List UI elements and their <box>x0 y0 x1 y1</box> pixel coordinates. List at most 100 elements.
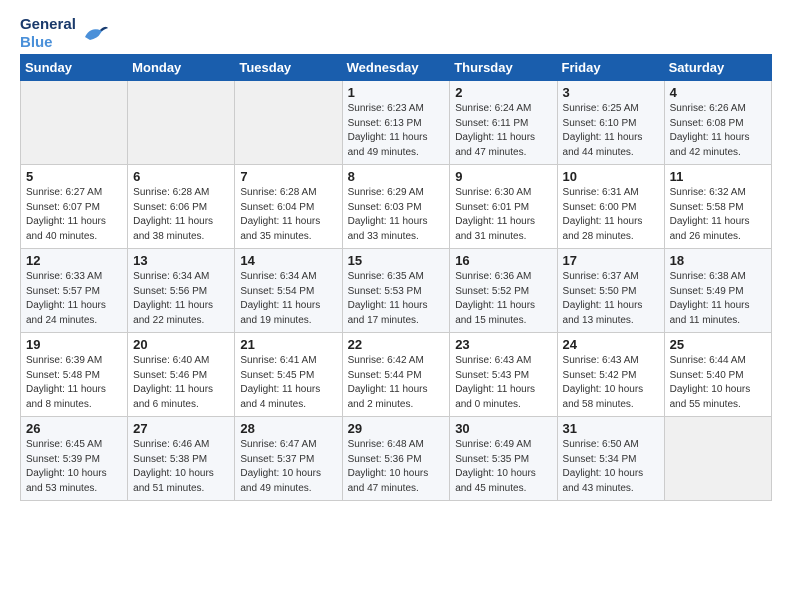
day-number: 13 <box>133 253 229 268</box>
calendar-cell: 18 Sunrise: 6:38 AM Sunset: 5:49 PM Dayli… <box>664 249 771 333</box>
day-number: 5 <box>26 169 122 184</box>
logo-bird-icon <box>80 22 110 47</box>
day-info: Sunrise: 6:43 AM Sunset: 5:43 PM Dayligh… <box>455 354 551 412</box>
calendar-week-row: 12 Sunrise: 6:33 AM Sunset: 5:57 PM Dayli… <box>21 249 772 333</box>
day-info: Sunrise: 6:40 AM Sunset: 5:46 PM Dayligh… <box>133 354 229 412</box>
day-info: Sunrise: 6:23 AM Sunset: 6:13 PM Dayligh… <box>348 102 445 160</box>
day-number: 9 <box>455 169 551 184</box>
day-number: 8 <box>348 169 445 184</box>
day-info: Sunrise: 6:45 AM Sunset: 5:39 PM Dayligh… <box>26 438 122 496</box>
day-info: Sunrise: 6:35 AM Sunset: 5:53 PM Dayligh… <box>348 270 445 328</box>
calendar-cell: 23 Sunrise: 6:43 AM Sunset: 5:43 PM Dayli… <box>450 333 557 417</box>
calendar-header-saturday: Saturday <box>664 55 771 81</box>
calendar-cell: 17 Sunrise: 6:37 AM Sunset: 5:50 PM Dayli… <box>557 249 664 333</box>
day-number: 23 <box>455 337 551 352</box>
calendar-cell <box>128 81 235 165</box>
calendar-cell: 13 Sunrise: 6:34 AM Sunset: 5:56 PM Dayli… <box>128 249 235 333</box>
day-info: Sunrise: 6:28 AM Sunset: 6:04 PM Dayligh… <box>240 186 336 244</box>
day-number: 11 <box>670 169 766 184</box>
calendar-cell: 1 Sunrise: 6:23 AM Sunset: 6:13 PM Daylig… <box>342 81 450 165</box>
day-info: Sunrise: 6:32 AM Sunset: 5:58 PM Dayligh… <box>670 186 766 244</box>
day-info: Sunrise: 6:33 AM Sunset: 5:57 PM Dayligh… <box>26 270 122 328</box>
day-info: Sunrise: 6:41 AM Sunset: 5:45 PM Dayligh… <box>240 354 336 412</box>
day-number: 10 <box>563 169 659 184</box>
day-info: Sunrise: 6:24 AM Sunset: 6:11 PM Dayligh… <box>455 102 551 160</box>
calendar-cell: 8 Sunrise: 6:29 AM Sunset: 6:03 PM Daylig… <box>342 165 450 249</box>
calendar-cell: 31Sunrise: 6:50 AM Sunset: 5:34 PM Dayli… <box>557 417 664 501</box>
day-number: 24 <box>563 337 659 352</box>
calendar-cell: 16 Sunrise: 6:36 AM Sunset: 5:52 PM Dayli… <box>450 249 557 333</box>
logo-text: General Blue <box>20 16 76 52</box>
calendar-cell <box>664 417 771 501</box>
day-number: 12 <box>26 253 122 268</box>
day-number: 22 <box>348 337 445 352</box>
day-number: 26 <box>26 421 122 436</box>
day-number: 20 <box>133 337 229 352</box>
calendar-cell: 7Sunrise: 6:28 AM Sunset: 6:04 PM Daylig… <box>235 165 342 249</box>
calendar-cell: 19 Sunrise: 6:39 AM Sunset: 5:48 PM Dayli… <box>21 333 128 417</box>
day-number: 29 <box>348 421 445 436</box>
day-info: Sunrise: 6:44 AM Sunset: 5:40 PM Dayligh… <box>670 354 766 412</box>
day-number: 21 <box>240 337 336 352</box>
calendar-table: SundayMondayTuesdayWednesdayThursdayFrid… <box>20 54 772 501</box>
calendar-cell: 27Sunrise: 6:46 AM Sunset: 5:38 PM Dayli… <box>128 417 235 501</box>
day-number: 25 <box>670 337 766 352</box>
calendar-cell: 5Sunrise: 6:27 AM Sunset: 6:07 PM Daylig… <box>21 165 128 249</box>
day-number: 18 <box>670 253 766 268</box>
calendar-week-row: 26 Sunrise: 6:45 AM Sunset: 5:39 PM Dayli… <box>21 417 772 501</box>
day-info: Sunrise: 6:43 AM Sunset: 5:42 PM Dayligh… <box>563 354 659 412</box>
day-number: 3 <box>563 85 659 100</box>
day-number: 30 <box>455 421 551 436</box>
day-info: Sunrise: 6:48 AM Sunset: 5:36 PM Dayligh… <box>348 438 445 496</box>
calendar-cell: 15 Sunrise: 6:35 AM Sunset: 5:53 PM Dayli… <box>342 249 450 333</box>
calendar-cell: 30 Sunrise: 6:49 AM Sunset: 5:35 PM Dayli… <box>450 417 557 501</box>
calendar-cell: 28Sunrise: 6:47 AM Sunset: 5:37 PM Dayli… <box>235 417 342 501</box>
day-info: Sunrise: 6:34 AM Sunset: 5:54 PM Dayligh… <box>240 270 336 328</box>
day-number: 19 <box>26 337 122 352</box>
logo: General Blue <box>20 16 110 52</box>
day-info: Sunrise: 6:31 AM Sunset: 6:00 PM Dayligh… <box>563 186 659 244</box>
day-info: Sunrise: 6:26 AM Sunset: 6:08 PM Dayligh… <box>670 102 766 160</box>
day-number: 1 <box>348 85 445 100</box>
calendar-header-monday: Monday <box>128 55 235 81</box>
day-number: 6 <box>133 169 229 184</box>
calendar-header-thursday: Thursday <box>450 55 557 81</box>
day-info: Sunrise: 6:49 AM Sunset: 5:35 PM Dayligh… <box>455 438 551 496</box>
day-info: Sunrise: 6:28 AM Sunset: 6:06 PM Dayligh… <box>133 186 229 244</box>
calendar-week-row: 1 Sunrise: 6:23 AM Sunset: 6:13 PM Daylig… <box>21 81 772 165</box>
calendar-cell: 26 Sunrise: 6:45 AM Sunset: 5:39 PM Dayli… <box>21 417 128 501</box>
calendar-header-row: SundayMondayTuesdayWednesdayThursdayFrid… <box>21 55 772 81</box>
day-number: 14 <box>240 253 336 268</box>
day-info: Sunrise: 6:47 AM Sunset: 5:37 PM Dayligh… <box>240 438 336 496</box>
calendar-cell: 10 Sunrise: 6:31 AM Sunset: 6:00 PM Dayli… <box>557 165 664 249</box>
day-number: 2 <box>455 85 551 100</box>
day-info: Sunrise: 6:34 AM Sunset: 5:56 PM Dayligh… <box>133 270 229 328</box>
day-info: Sunrise: 6:39 AM Sunset: 5:48 PM Dayligh… <box>26 354 122 412</box>
calendar-cell: 9 Sunrise: 6:30 AM Sunset: 6:01 PM Daylig… <box>450 165 557 249</box>
day-info: Sunrise: 6:29 AM Sunset: 6:03 PM Dayligh… <box>348 186 445 244</box>
calendar-header-sunday: Sunday <box>21 55 128 81</box>
calendar-cell: 24 Sunrise: 6:43 AM Sunset: 5:42 PM Dayli… <box>557 333 664 417</box>
calendar-cell: 25 Sunrise: 6:44 AM Sunset: 5:40 PM Dayli… <box>664 333 771 417</box>
day-info: Sunrise: 6:46 AM Sunset: 5:38 PM Dayligh… <box>133 438 229 496</box>
day-info: Sunrise: 6:37 AM Sunset: 5:50 PM Dayligh… <box>563 270 659 328</box>
day-number: 15 <box>348 253 445 268</box>
calendar-cell: 20 Sunrise: 6:40 AM Sunset: 5:46 PM Dayli… <box>128 333 235 417</box>
calendar-header-wednesday: Wednesday <box>342 55 450 81</box>
calendar-cell: 11 Sunrise: 6:32 AM Sunset: 5:58 PM Dayli… <box>664 165 771 249</box>
calendar-cell <box>235 81 342 165</box>
day-info: Sunrise: 6:38 AM Sunset: 5:49 PM Dayligh… <box>670 270 766 328</box>
calendar-cell: 4Sunrise: 6:26 AM Sunset: 6:08 PM Daylig… <box>664 81 771 165</box>
day-info: Sunrise: 6:36 AM Sunset: 5:52 PM Dayligh… <box>455 270 551 328</box>
calendar-header-tuesday: Tuesday <box>235 55 342 81</box>
calendar-cell: 12 Sunrise: 6:33 AM Sunset: 5:57 PM Dayli… <box>21 249 128 333</box>
header: General Blue <box>20 16 772 52</box>
day-number: 17 <box>563 253 659 268</box>
calendar-cell: 29 Sunrise: 6:48 AM Sunset: 5:36 PM Dayli… <box>342 417 450 501</box>
day-number: 16 <box>455 253 551 268</box>
calendar-cell: 22Sunrise: 6:42 AM Sunset: 5:44 PM Dayli… <box>342 333 450 417</box>
day-number: 31 <box>563 421 659 436</box>
calendar-header-friday: Friday <box>557 55 664 81</box>
day-info: Sunrise: 6:30 AM Sunset: 6:01 PM Dayligh… <box>455 186 551 244</box>
calendar-week-row: 5Sunrise: 6:27 AM Sunset: 6:07 PM Daylig… <box>21 165 772 249</box>
